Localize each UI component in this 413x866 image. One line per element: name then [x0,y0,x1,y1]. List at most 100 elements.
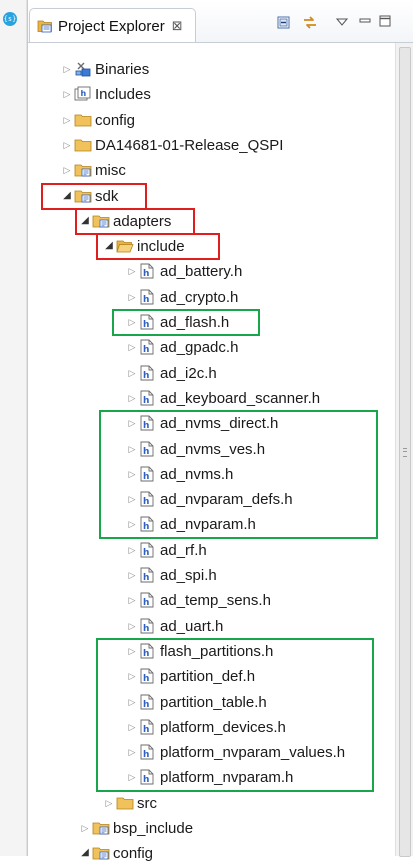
collapse-all-icon[interactable] [276,15,292,31]
svg-text:h: h [143,598,149,608]
tree-item-label: ad_gpadc.h [160,339,239,357]
tree-item[interactable]: ◢ config [28,841,393,866]
svg-text:h: h [81,89,87,98]
source-folder-icon [74,162,92,178]
svg-text:h: h [143,396,149,406]
collapsed-twisty-icon[interactable]: ▷ [127,368,137,378]
tree-item-label: ad_battery.h [160,263,243,281]
collapsed-twisty-icon[interactable]: ▷ [127,621,137,631]
collapsed-twisty-icon[interactable]: ▷ [104,798,114,808]
maximize-icon[interactable] [378,14,394,30]
svg-text:h: h [143,624,149,634]
tree-item-label: ad_keyboard_scanner.h [160,389,321,407]
header-file-icon: h [139,567,157,583]
red-highlight-box [75,207,195,236]
collapsed-twisty-icon[interactable]: ▷ [127,393,137,403]
collapsed-twisty-icon[interactable]: ▷ [62,165,72,175]
collapsed-twisty-icon[interactable]: ▷ [127,342,137,352]
project-explorer-view: Project Explorer ⊠ ▷ Binaries ▷ h Includ… [27,0,413,862]
green-highlight-box [96,637,374,792]
collapsed-twisty-icon[interactable]: ▷ [62,89,72,99]
tree-item[interactable]: ▷ Binaries [28,57,393,82]
tree-item-label: Includes [95,86,151,104]
source-folder-icon [92,845,110,861]
svg-text:h: h [143,573,149,583]
folder-icon [74,112,92,128]
tree-item-label: misc [95,162,126,180]
project-explorer-icon [36,17,54,35]
restore-icon[interactable]: {s} [3,12,17,26]
tree-item-label: Binaries [95,61,150,78]
minimize-icon[interactable] [358,14,374,30]
svg-text:h: h [143,345,149,355]
tree-item[interactable]: ▷ h ad_uart.h [28,614,393,639]
tree-item-label: ad_uart.h [160,617,224,635]
tree-item[interactable]: ▷ h Includes [28,82,393,107]
view-title: Project Explorer [58,17,165,35]
tree-item[interactable]: ▷ src [28,791,393,816]
tree-item[interactable]: ▷ DA14681-01-Release_QSPI [28,133,393,158]
tree-item-label: DA14681-01-Release_QSPI [95,136,284,154]
tree-item[interactable]: ▷ bsp_include [28,816,393,841]
link-with-editor-icon[interactable] [301,14,317,30]
collapsed-twisty-icon[interactable]: ▷ [127,266,137,276]
view-menu-icon[interactable] [335,15,352,31]
tree-item-label: config [113,845,154,863]
binaries-icon [74,61,92,77]
folder-icon [116,795,134,811]
tree-item[interactable]: ▷ h ad_crypto.h [28,285,393,310]
scrollbar-thumb[interactable] [399,47,411,857]
header-file-icon: h [139,289,157,305]
green-highlight-box [99,410,378,539]
svg-text:h: h [143,269,149,279]
svg-text:h: h [143,548,149,558]
red-highlight-box [41,182,147,210]
tree-item-label: ad_spi.h [160,567,217,584]
close-icon[interactable]: ⊠ [172,18,183,34]
green-highlight-box [112,309,260,337]
tree-item-label: ad_i2c.h [160,364,217,382]
project-tree[interactable]: ▷ Binaries ▷ h Includes ▷ config ▷ DA14681-01-Re… [28,42,413,862]
svg-text:h: h [143,371,149,381]
header-file-icon: h [139,263,157,279]
header-file-icon: h [139,542,157,558]
tree-item-label: ad_rf.h [160,541,207,559]
header-file-icon: h [139,365,157,381]
tree-item-label: ad_crypto.h [160,288,239,306]
left-trim-strip: {s} [0,0,27,856]
header-file-icon: h [139,618,157,634]
vertical-scrollbar[interactable] [395,43,413,857]
header-file-icon: h [139,390,157,406]
tree-item[interactable]: ▷ h ad_spi.h [28,563,393,588]
collapsed-twisty-icon[interactable]: ▷ [127,545,137,555]
tree-item-label: src [137,794,157,812]
collapsed-twisty-icon[interactable]: ▷ [127,595,137,605]
header-file-icon: h [139,339,157,355]
tree-item[interactable]: ▷ h ad_battery.h [28,259,393,284]
view-header: Project Explorer ⊠ [28,0,413,43]
tree-item[interactable]: ▷ h ad_rf.h [28,538,393,563]
red-highlight-box [96,233,220,261]
collapsed-twisty-icon[interactable]: ▷ [127,292,137,302]
tree-item[interactable]: ▷ misc [28,158,393,183]
tree-item[interactable]: ▷ h ad_temp_sens.h [28,588,393,613]
collapsed-twisty-icon[interactable]: ▷ [62,115,72,125]
tree-item[interactable]: ▷ h ad_i2c.h [28,361,393,386]
source-folder-icon [92,820,110,836]
tree-item[interactable]: ▷ h ad_gpadc.h [28,335,393,360]
svg-text:h: h [143,295,149,305]
header-file-icon: h [139,592,157,608]
scrollbar-grip [403,448,407,457]
expanded-twisty-icon[interactable]: ◢ [80,848,90,858]
folder-icon [74,137,92,153]
collapsed-twisty-icon[interactable]: ▷ [127,570,137,580]
collapsed-twisty-icon[interactable]: ▷ [80,823,90,833]
tree-item[interactable]: ▷ config [28,108,393,133]
tab-project-explorer[interactable]: Project Explorer ⊠ [29,8,196,43]
includes-icon: h [74,86,92,102]
tree-item-label: ad_temp_sens.h [160,592,271,610]
collapsed-twisty-icon[interactable]: ▷ [62,140,72,150]
tree-item-label: bsp_include [113,820,194,837]
collapsed-twisty-icon[interactable]: ▷ [62,64,72,74]
tree-item[interactable]: ▷ h ad_keyboard_scanner.h [28,386,393,411]
